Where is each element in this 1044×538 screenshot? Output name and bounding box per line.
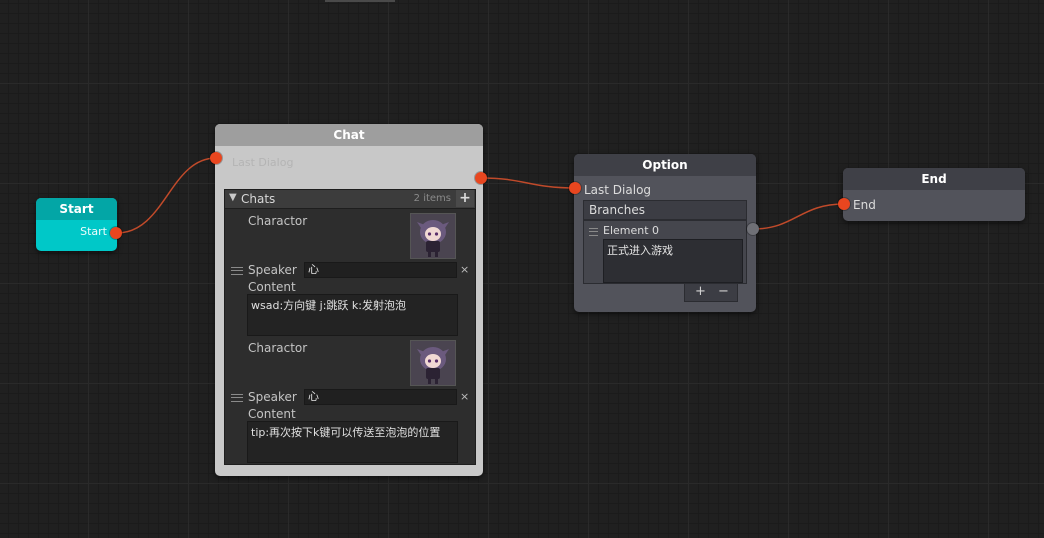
element-label: Element 0 [603,224,660,237]
top-edge-bar [325,0,395,2]
option-node-title: Option [574,154,756,176]
add-icon[interactable]: + [456,190,474,207]
end-node-title: End [843,168,1025,190]
chats-item-count: 2 items [413,193,451,204]
remove-branch-button[interactable]: − [718,284,729,300]
end-input-label: End [853,198,876,212]
drag-handle-icon[interactable] [231,267,243,275]
drag-handle-icon[interactable] [231,394,243,402]
speaker-field[interactable]: 心 [304,262,457,278]
speaker-label: Speaker [248,390,297,404]
charactor-label: Charactor [248,214,308,228]
branch-list-controls: + − [684,283,738,302]
charactor-label: Charactor [248,341,308,355]
option-input-label: Last Dialog [584,183,652,197]
drag-handle-icon[interactable] [589,228,598,236]
option-input-port[interactable] [569,182,581,194]
option-branch-port[interactable] [747,223,759,235]
chat-input-port[interactable] [210,152,222,164]
content-label: Content [248,280,296,294]
wire-option-to-end [752,203,845,230]
chat-input-label: Last Dialog [232,156,294,169]
remove-icon[interactable]: × [460,263,469,276]
connection-wires [116,157,845,234]
chats-list-header[interactable]: ▼ Chats 2 items + [225,190,475,209]
speaker-field[interactable]: 心 [304,389,457,405]
wire-chat-to-option [480,177,576,189]
start-output-port[interactable] [110,227,122,239]
add-branch-button[interactable]: + [695,284,706,300]
end-node[interactable]: End [843,168,1025,221]
content-field[interactable]: tip:再次按下k键可以传送至泡泡的位置 [247,421,458,463]
chat-output-port[interactable] [475,172,487,184]
end-input-port[interactable] [838,198,850,210]
collapse-triangle-icon[interactable]: ▼ [229,192,237,203]
wire-start-to-chat [116,157,217,234]
content-label: Content [248,407,296,421]
chats-list-title: Chats [241,192,276,206]
remove-icon[interactable]: × [460,390,469,403]
chat-node-title: Chat [215,124,483,146]
character-portrait[interactable] [410,340,456,386]
element-text-field[interactable]: 正式进入游戏 [603,239,743,283]
branches-label: Branches [589,203,645,217]
start-node[interactable]: Start Start [36,198,117,251]
branches-header[interactable]: Branches [583,200,747,220]
start-output-label: Start [80,225,107,238]
start-node-title: Start [36,198,117,220]
character-portrait[interactable] [410,213,456,259]
content-field[interactable]: wsad:方向键 j:跳跃 k:发射泡泡 [247,294,458,336]
speaker-label: Speaker [248,263,297,277]
